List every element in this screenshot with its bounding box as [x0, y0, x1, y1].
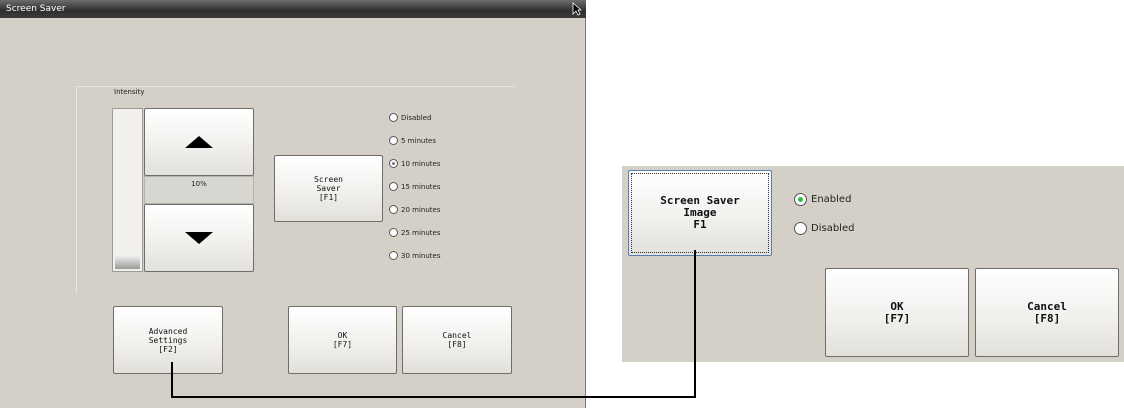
- connector-line-vertical-right: [694, 250, 696, 398]
- screen-saver-image-panel: Screen Saver Image F1 Enabled Disabled O…: [622, 166, 1124, 362]
- advanced-settings-button[interactable]: Advanced Settings [F2]: [113, 306, 223, 374]
- radio-indicator: [389, 113, 398, 122]
- timeout-option[interactable]: 15 minutes: [389, 182, 440, 191]
- mouse-cursor-icon: [572, 2, 582, 16]
- image-ok-button[interactable]: OK [F7]: [825, 268, 969, 357]
- radio-enabled-indicator: [794, 193, 807, 206]
- screen-saver-dialog: Screen Saver Intensity 10% Screen Saver …: [0, 0, 586, 408]
- image-option-enabled-label: Enabled: [811, 194, 852, 205]
- dialog-title: Screen Saver: [6, 4, 66, 14]
- timeout-option[interactable]: 20 minutes: [389, 205, 440, 214]
- timeout-option[interactable]: Disabled: [389, 113, 431, 122]
- intensity-value: 10%: [144, 176, 254, 204]
- timeout-option-label: 15 minutes: [401, 182, 441, 191]
- radio-indicator: [389, 228, 398, 237]
- connector-line-horizontal: [171, 396, 696, 398]
- arrow-down-icon: [185, 232, 213, 244]
- timeout-option-label: 20 minutes: [401, 205, 441, 214]
- title-bar: Screen Saver: [0, 0, 586, 18]
- radio-indicator: [389, 205, 398, 214]
- intensity-slider[interactable]: [112, 108, 143, 272]
- radio-indicator: [389, 251, 398, 260]
- radio-indicator: [389, 159, 398, 168]
- timeout-option[interactable]: 10 minutes: [389, 159, 440, 168]
- screen-saver-button[interactable]: Screen Saver [F1]: [274, 155, 383, 222]
- image-option-disabled-label: Disabled: [811, 223, 855, 234]
- cancel-button[interactable]: Cancel [F8]: [402, 306, 512, 374]
- intensity-slider-fill: [115, 254, 140, 269]
- intensity-label: Intensity: [114, 88, 145, 96]
- timeout-option-label: 10 minutes: [401, 159, 441, 168]
- intensity-increase-button[interactable]: [144, 108, 254, 176]
- timeout-option-label: 25 minutes: [401, 228, 441, 237]
- image-option-enabled[interactable]: Enabled: [794, 193, 851, 206]
- image-cancel-button[interactable]: Cancel [F8]: [975, 268, 1119, 357]
- arrow-up-icon: [185, 136, 213, 148]
- radio-indicator: [389, 136, 398, 145]
- radio-disabled-indicator: [794, 222, 807, 235]
- timeout-option[interactable]: 30 minutes: [389, 251, 440, 260]
- timeout-option-label: 5 minutes: [401, 136, 437, 145]
- connector-line-vertical-left: [171, 362, 173, 397]
- ok-button[interactable]: OK [F7]: [288, 306, 397, 374]
- timeout-option-label: Disabled: [401, 113, 432, 122]
- timeout-option-label: 30 minutes: [401, 251, 441, 260]
- image-option-disabled[interactable]: Disabled: [794, 222, 854, 235]
- intensity-decrease-button[interactable]: [144, 204, 254, 272]
- timeout-option[interactable]: 25 minutes: [389, 228, 440, 237]
- screen-saver-image-button[interactable]: Screen Saver Image F1: [628, 170, 772, 256]
- radio-indicator: [389, 182, 398, 191]
- timeout-option[interactable]: 5 minutes: [389, 136, 436, 145]
